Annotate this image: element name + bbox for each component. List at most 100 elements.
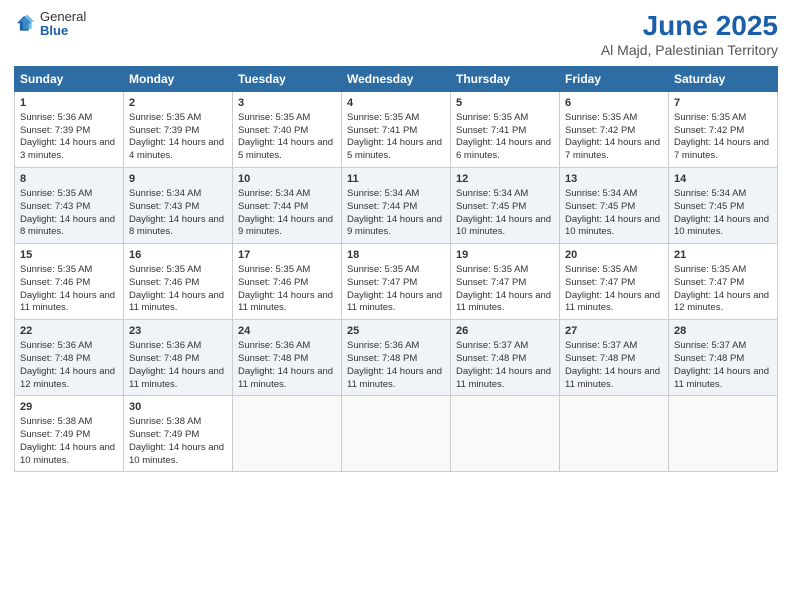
header-thursday: Thursday — [451, 67, 560, 92]
daylight: Daylight: 14 hours and 9 minutes. — [347, 214, 442, 238]
header-friday: Friday — [560, 67, 669, 92]
day-number: 1 — [20, 96, 118, 111]
sunrise: Sunrise: 5:34 AM — [238, 188, 310, 199]
sunrise: Sunrise: 5:34 AM — [674, 188, 746, 199]
header-row: Sunday Monday Tuesday Wednesday Thursday… — [15, 67, 778, 92]
daylight: Daylight: 14 hours and 11 minutes. — [674, 366, 769, 390]
calendar-cell: 24Sunrise: 5:36 AMSunset: 7:48 PMDayligh… — [233, 320, 342, 396]
daylight: Daylight: 14 hours and 4 minutes. — [129, 137, 224, 161]
sunrise: Sunrise: 5:35 AM — [674, 112, 746, 123]
sunset: Sunset: 7:48 PM — [674, 353, 744, 364]
daylight: Daylight: 14 hours and 11 minutes. — [238, 366, 333, 390]
sunset: Sunset: 7:39 PM — [20, 125, 90, 136]
calendar-cell: 2Sunrise: 5:35 AMSunset: 7:39 PMDaylight… — [124, 92, 233, 168]
calendar-cell — [560, 396, 669, 472]
day-number: 29 — [20, 400, 118, 415]
calendar-cell: 30Sunrise: 5:38 AMSunset: 7:49 PMDayligh… — [124, 396, 233, 472]
calendar-cell: 8Sunrise: 5:35 AMSunset: 7:43 PMDaylight… — [15, 168, 124, 244]
calendar-cell: 19Sunrise: 5:35 AMSunset: 7:47 PMDayligh… — [451, 244, 560, 320]
sunset: Sunset: 7:44 PM — [347, 201, 417, 212]
sunset: Sunset: 7:47 PM — [456, 277, 526, 288]
day-number: 2 — [129, 96, 227, 111]
sunset: Sunset: 7:45 PM — [456, 201, 526, 212]
calendar-cell: 7Sunrise: 5:35 AMSunset: 7:42 PMDaylight… — [669, 92, 778, 168]
calendar-title: June 2025 — [601, 10, 778, 42]
daylight: Daylight: 14 hours and 11 minutes. — [347, 290, 442, 314]
day-number: 30 — [129, 400, 227, 415]
daylight: Daylight: 14 hours and 8 minutes. — [129, 214, 224, 238]
sunrise: Sunrise: 5:35 AM — [565, 112, 637, 123]
daylight: Daylight: 14 hours and 9 minutes. — [238, 214, 333, 238]
header-monday: Monday — [124, 67, 233, 92]
calendar-cell: 20Sunrise: 5:35 AMSunset: 7:47 PMDayligh… — [560, 244, 669, 320]
sunset: Sunset: 7:48 PM — [456, 353, 526, 364]
day-number: 26 — [456, 324, 554, 339]
calendar-cell: 26Sunrise: 5:37 AMSunset: 7:48 PMDayligh… — [451, 320, 560, 396]
day-number: 5 — [456, 96, 554, 111]
calendar-cell: 16Sunrise: 5:35 AMSunset: 7:46 PMDayligh… — [124, 244, 233, 320]
header-saturday: Saturday — [669, 67, 778, 92]
sunrise: Sunrise: 5:36 AM — [347, 340, 419, 351]
daylight: Daylight: 14 hours and 11 minutes. — [456, 290, 551, 314]
day-number: 28 — [674, 324, 772, 339]
sunrise: Sunrise: 5:36 AM — [129, 340, 201, 351]
sunset: Sunset: 7:44 PM — [238, 201, 308, 212]
sunrise: Sunrise: 5:35 AM — [129, 112, 201, 123]
daylight: Daylight: 14 hours and 11 minutes. — [238, 290, 333, 314]
day-number: 14 — [674, 172, 772, 187]
sunset: Sunset: 7:48 PM — [129, 353, 199, 364]
sunset: Sunset: 7:45 PM — [674, 201, 744, 212]
sunrise: Sunrise: 5:37 AM — [565, 340, 637, 351]
day-number: 7 — [674, 96, 772, 111]
header-wednesday: Wednesday — [342, 67, 451, 92]
calendar-cell: 1Sunrise: 5:36 AMSunset: 7:39 PMDaylight… — [15, 92, 124, 168]
calendar-cell: 9Sunrise: 5:34 AMSunset: 7:43 PMDaylight… — [124, 168, 233, 244]
sunrise: Sunrise: 5:34 AM — [565, 188, 637, 199]
calendar-cell: 23Sunrise: 5:36 AMSunset: 7:48 PMDayligh… — [124, 320, 233, 396]
day-number: 3 — [238, 96, 336, 111]
calendar-week-4: 22Sunrise: 5:36 AMSunset: 7:48 PMDayligh… — [15, 320, 778, 396]
daylight: Daylight: 14 hours and 8 minutes. — [20, 214, 115, 238]
calendar-cell: 11Sunrise: 5:34 AMSunset: 7:44 PMDayligh… — [342, 168, 451, 244]
sunrise: Sunrise: 5:35 AM — [347, 112, 419, 123]
day-number: 19 — [456, 248, 554, 263]
calendar-cell: 12Sunrise: 5:34 AMSunset: 7:45 PMDayligh… — [451, 168, 560, 244]
calendar-cell: 27Sunrise: 5:37 AMSunset: 7:48 PMDayligh… — [560, 320, 669, 396]
sunrise: Sunrise: 5:37 AM — [456, 340, 528, 351]
calendar-cell — [233, 396, 342, 472]
sunrise: Sunrise: 5:35 AM — [674, 264, 746, 275]
sunrise: Sunrise: 5:36 AM — [20, 340, 92, 351]
daylight: Daylight: 14 hours and 12 minutes. — [20, 366, 115, 390]
logo: General Blue — [14, 10, 86, 39]
title-block: June 2025 Al Majd, Palestinian Territory — [601, 10, 778, 58]
calendar-cell: 4Sunrise: 5:35 AMSunset: 7:41 PMDaylight… — [342, 92, 451, 168]
day-number: 4 — [347, 96, 445, 111]
sunset: Sunset: 7:45 PM — [565, 201, 635, 212]
sunrise: Sunrise: 5:34 AM — [456, 188, 528, 199]
day-number: 6 — [565, 96, 663, 111]
logo-icon — [14, 13, 36, 35]
calendar-cell: 6Sunrise: 5:35 AMSunset: 7:42 PMDaylight… — [560, 92, 669, 168]
daylight: Daylight: 14 hours and 11 minutes. — [565, 290, 660, 314]
sunset: Sunset: 7:49 PM — [20, 429, 90, 440]
sunset: Sunset: 7:42 PM — [565, 125, 635, 136]
daylight: Daylight: 14 hours and 11 minutes. — [129, 290, 224, 314]
daylight: Daylight: 14 hours and 10 minutes. — [674, 214, 769, 238]
day-number: 8 — [20, 172, 118, 187]
daylight: Daylight: 14 hours and 7 minutes. — [674, 137, 769, 161]
sunset: Sunset: 7:41 PM — [456, 125, 526, 136]
logo-blue: Blue — [40, 24, 86, 38]
sunrise: Sunrise: 5:35 AM — [20, 188, 92, 199]
calendar-cell — [669, 396, 778, 472]
sunset: Sunset: 7:47 PM — [347, 277, 417, 288]
daylight: Daylight: 14 hours and 11 minutes. — [347, 366, 442, 390]
day-number: 24 — [238, 324, 336, 339]
sunrise: Sunrise: 5:35 AM — [20, 264, 92, 275]
sunset: Sunset: 7:48 PM — [20, 353, 90, 364]
sunrise: Sunrise: 5:35 AM — [347, 264, 419, 275]
daylight: Daylight: 14 hours and 11 minutes. — [129, 366, 224, 390]
daylight: Daylight: 14 hours and 11 minutes. — [20, 290, 115, 314]
sunrise: Sunrise: 5:38 AM — [129, 416, 201, 427]
day-number: 16 — [129, 248, 227, 263]
calendar-cell: 10Sunrise: 5:34 AMSunset: 7:44 PMDayligh… — [233, 168, 342, 244]
